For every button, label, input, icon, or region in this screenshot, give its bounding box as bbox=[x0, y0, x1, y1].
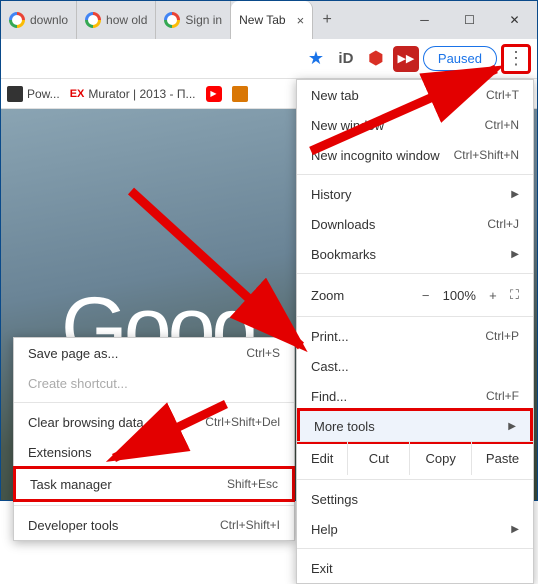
tab-label: Sign in bbox=[185, 13, 222, 27]
tab-new-tab[interactable]: New Tab × bbox=[231, 1, 313, 39]
menu-cut[interactable]: Cut bbox=[347, 442, 409, 475]
bookmark-pow[interactable]: Pow... bbox=[7, 86, 60, 102]
google-favicon bbox=[9, 12, 25, 28]
bookmark-label: Pow... bbox=[27, 87, 60, 101]
menu-history[interactable]: History ▶ bbox=[297, 179, 533, 209]
zoom-value: 100% bbox=[443, 288, 476, 303]
tab-downlo[interactable]: downlo bbox=[1, 1, 77, 39]
menu-paste[interactable]: Paste bbox=[471, 442, 533, 475]
menu-separator bbox=[297, 548, 533, 549]
maximize-button[interactable]: ☐ bbox=[447, 1, 492, 39]
bookmark-murator[interactable]: EX Murator | 2013 - П... bbox=[70, 87, 196, 101]
submenu-create-shortcut[interactable]: Create shortcut... bbox=[14, 368, 294, 398]
menu-edit-row: Edit Cut Copy Paste bbox=[297, 441, 533, 475]
fullscreen-icon[interactable]: ⛶ bbox=[510, 287, 519, 303]
menu-zoom: Zoom − 100% + ⛶ bbox=[297, 278, 533, 312]
bookmark-favicon: EX bbox=[70, 88, 85, 100]
tab-label: downlo bbox=[30, 13, 68, 27]
menu-help[interactable]: Help ▶ bbox=[297, 514, 533, 544]
menu-separator bbox=[297, 273, 533, 274]
bookmark-youtube[interactable]: ▶ bbox=[206, 86, 222, 102]
bookmark-label: Murator | 2013 - П... bbox=[88, 87, 195, 101]
chevron-right-icon: ▶ bbox=[511, 249, 519, 260]
bookmark-box[interactable] bbox=[232, 86, 248, 102]
menu-separator bbox=[14, 505, 294, 506]
submenu-dev-tools[interactable]: Developer tools Ctrl+Shift+I bbox=[14, 510, 294, 540]
chevron-right-icon: ▶ bbox=[511, 189, 519, 200]
tab-sign-in[interactable]: Sign in bbox=[156, 1, 231, 39]
tab-label: how old bbox=[106, 13, 147, 27]
close-window-button[interactable]: ✕ bbox=[492, 1, 537, 39]
youtube-icon: ▶ bbox=[206, 86, 222, 102]
menu-settings[interactable]: Settings bbox=[297, 484, 533, 514]
menu-copy[interactable]: Copy bbox=[409, 442, 471, 475]
google-favicon bbox=[85, 12, 101, 28]
menu-more-tools[interactable]: More tools ▶ bbox=[300, 411, 530, 441]
bookmark-favicon bbox=[232, 86, 248, 102]
menu-bookmarks[interactable]: Bookmarks ▶ bbox=[297, 239, 533, 269]
menu-print[interactable]: Print... Ctrl+P bbox=[297, 321, 533, 351]
tab-label: New Tab bbox=[239, 13, 285, 27]
minimize-button[interactable]: ─ bbox=[402, 1, 447, 39]
menu-exit[interactable]: Exit bbox=[297, 553, 533, 583]
menu-separator bbox=[297, 316, 533, 317]
new-tab-button[interactable]: + bbox=[313, 1, 341, 39]
annotation-arrow bbox=[106, 396, 236, 476]
chevron-right-icon: ▶ bbox=[508, 421, 516, 432]
chevron-right-icon: ▶ bbox=[511, 524, 519, 535]
menu-downloads[interactable]: Downloads Ctrl+J bbox=[297, 209, 533, 239]
menu-separator bbox=[297, 174, 533, 175]
google-favicon bbox=[164, 12, 180, 28]
window-controls: ─ ☐ ✕ bbox=[402, 1, 537, 39]
menu-find[interactable]: Find... Ctrl+F bbox=[297, 381, 533, 411]
zoom-in-button[interactable]: + bbox=[484, 288, 502, 303]
close-tab-icon[interactable]: × bbox=[297, 13, 305, 28]
tab-how-old[interactable]: how old bbox=[77, 1, 156, 39]
annotation-arrow bbox=[301, 61, 521, 161]
menu-cast[interactable]: Cast... bbox=[297, 351, 533, 381]
bookmark-favicon bbox=[7, 86, 23, 102]
annotation-arrow bbox=[121, 181, 321, 361]
menu-separator bbox=[297, 479, 533, 480]
titlebar: downlo how old Sign in New Tab × + ─ ☐ ✕ bbox=[1, 1, 537, 39]
zoom-out-button[interactable]: − bbox=[417, 288, 435, 303]
